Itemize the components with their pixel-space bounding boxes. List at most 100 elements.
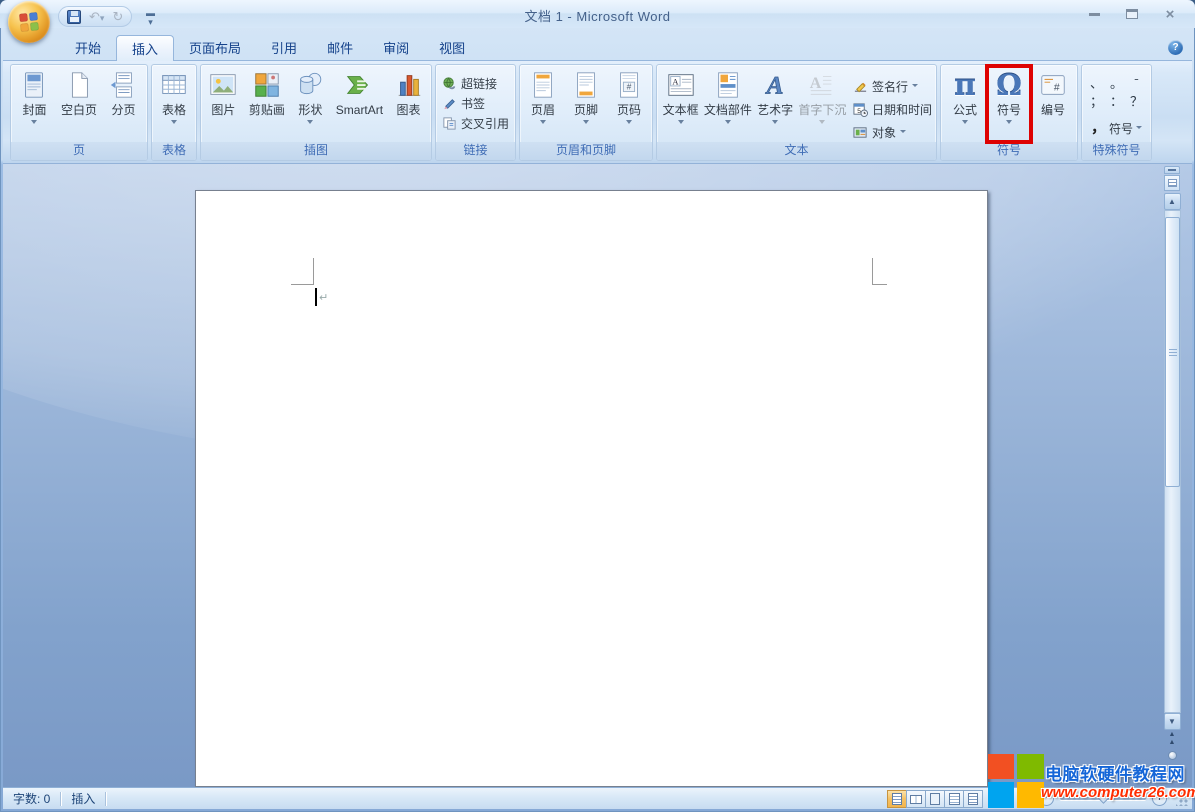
svg-text:A: A [810,75,822,92]
cross-reference-button[interactable]: 交叉引用 [438,113,513,133]
wordart-button[interactable]: A 艺术字 [755,68,796,142]
signature-line-button[interactable]: 签名行 [849,76,936,96]
cover-page-icon [18,69,50,101]
quick-parts-button[interactable]: 文档部件 [701,68,754,142]
chart-icon [393,69,425,101]
minimize-button[interactable] [1083,6,1105,22]
ribbon-group-links: 超链接 书签 交叉引用 链接 [435,64,516,161]
button-label: 书签 [461,95,485,112]
split-window-handle[interactable] [1164,166,1180,174]
button-label: 文本框 [663,103,699,117]
tab-view[interactable]: 视图 [424,34,480,60]
previous-page-button[interactable]: ▲▲ [1164,730,1181,747]
outline-view-button[interactable] [944,790,964,808]
page-number-button[interactable]: # 页码 [609,68,649,142]
scroll-up-button[interactable]: ▲ [1164,193,1181,210]
date-time-icon: 5 [853,102,868,117]
date-time-button[interactable]: 5 日期和时间 [849,99,936,119]
special-symbol-cell[interactable]: 。 [1107,75,1126,92]
shapes-button[interactable]: 形状 [290,68,330,142]
zoom-in-button[interactable]: + [1152,791,1167,806]
equation-button[interactable]: π 公式 [945,68,985,142]
tab-home[interactable]: 开始 [60,34,116,60]
chevron-down-icon [900,130,906,136]
button-label: 符号 [997,103,1021,117]
document-page[interactable]: ↵ [195,190,988,787]
special-symbol-cell[interactable]: ： [1107,93,1126,110]
scrollbar-thumb[interactable] [1165,217,1180,487]
print-layout-icon [892,793,902,805]
svg-text:#: # [627,82,632,92]
button-label: 页眉 [531,103,555,117]
chart-button[interactable]: 图表 [389,68,429,142]
scroll-down-button[interactable]: ▼ [1164,713,1181,730]
shapes-icon [294,69,326,101]
insert-mode-status[interactable]: 插入 [61,788,105,809]
smartart-icon [343,69,375,101]
close-button[interactable]: × [1159,6,1181,22]
maximize-button[interactable] [1121,6,1143,22]
full-screen-reading-view-button[interactable] [906,790,926,808]
smartart-button[interactable]: SmartArt [333,68,386,142]
button-label: 首字下沉 [798,103,846,117]
picture-button[interactable]: 图片 [203,68,243,142]
page-break-button[interactable]: 分页 [103,68,143,142]
tab-references[interactable]: 引用 [256,34,312,60]
special-symbol-cell[interactable]: ˉ [1127,75,1146,92]
button-label: 空白页 [61,103,97,117]
cross-reference-icon [442,116,457,131]
tab-mailings[interactable]: 邮件 [312,34,368,60]
group-label-links: 链接 [436,142,515,160]
svg-text:#: # [1054,83,1060,94]
text-box-button[interactable]: A 文本框 [660,68,701,142]
draft-view-button[interactable] [963,790,983,808]
signature-line-icon [853,79,868,94]
help-icon[interactable]: ? [1168,40,1183,55]
print-layout-view-button[interactable] [887,790,907,808]
button-label: 图表 [397,103,421,117]
ruler-toggle-button[interactable] [1164,175,1180,191]
button-label: 表格 [162,103,186,117]
chevron-down-icon [626,120,632,127]
object-button[interactable]: 对象 [849,122,936,142]
zoom-out-button[interactable]: − [1039,791,1054,806]
tab-insert[interactable]: 插入 [116,35,174,61]
symbol-button[interactable]: Ω 符号 [989,68,1029,142]
bookmark-button[interactable]: 书签 [438,93,513,113]
ribbon-group-symbols: π 公式 Ω 符号 # 编号 符号 [940,64,1078,161]
button-label: 封面 [22,103,46,117]
web-layout-view-button[interactable] [925,790,945,808]
special-symbol-cell[interactable]: ？ [1127,93,1146,110]
zoom-slider-thumb[interactable] [1097,791,1110,804]
clip-art-button[interactable]: 剪贴画 [246,68,288,142]
drop-cap-button[interactable]: A 首字下沉 [796,68,849,142]
table-button[interactable]: 表格 [154,68,194,142]
scrollbar-track[interactable] [1164,210,1181,713]
vertical-scrollbar: ▲ ▼ ▲▲ ▼▼ [1163,166,1181,781]
symbol-omega-icon: Ω [993,69,1025,101]
word-count-status[interactable]: 字数: 0 [3,788,60,809]
special-symbol-cell[interactable]: ； [1087,93,1106,110]
office-button[interactable] [8,1,50,43]
window-resize-grip[interactable] [1176,794,1188,806]
select-browse-object-button[interactable] [1168,751,1177,760]
zoom-slider-track[interactable] [1060,797,1146,800]
hyperlink-button[interactable]: 超链接 [438,73,513,93]
header-button[interactable]: 页眉 [523,68,563,142]
group-label-header-footer: 页眉和页脚 [520,142,652,160]
blank-page-button[interactable]: 空白页 [58,68,100,142]
word-application-window: ↶▾ ↻ ▬▾ 文档 1 - Microsoft Word × 开始 插入 页面… [0,0,1195,812]
more-symbols-button[interactable]: ， 符号 [1088,118,1145,139]
header-icon [527,69,559,101]
tab-page-layout[interactable]: 页面布局 [174,34,256,60]
cover-page-button[interactable]: 封面 [14,68,54,142]
drop-cap-icon: A [806,69,838,101]
equation-icon: π [949,69,981,101]
title-bar: ↶▾ ↻ ▬▾ 文档 1 - Microsoft Word × [0,0,1195,28]
footer-button[interactable]: 页脚 [566,68,606,142]
button-label: 分页 [111,103,135,117]
next-page-button[interactable]: ▼▼ [1164,764,1181,781]
number-button[interactable]: # 编号 [1033,68,1073,142]
tab-review[interactable]: 审阅 [368,34,424,60]
special-symbol-cell[interactable]: 、 [1087,75,1106,92]
